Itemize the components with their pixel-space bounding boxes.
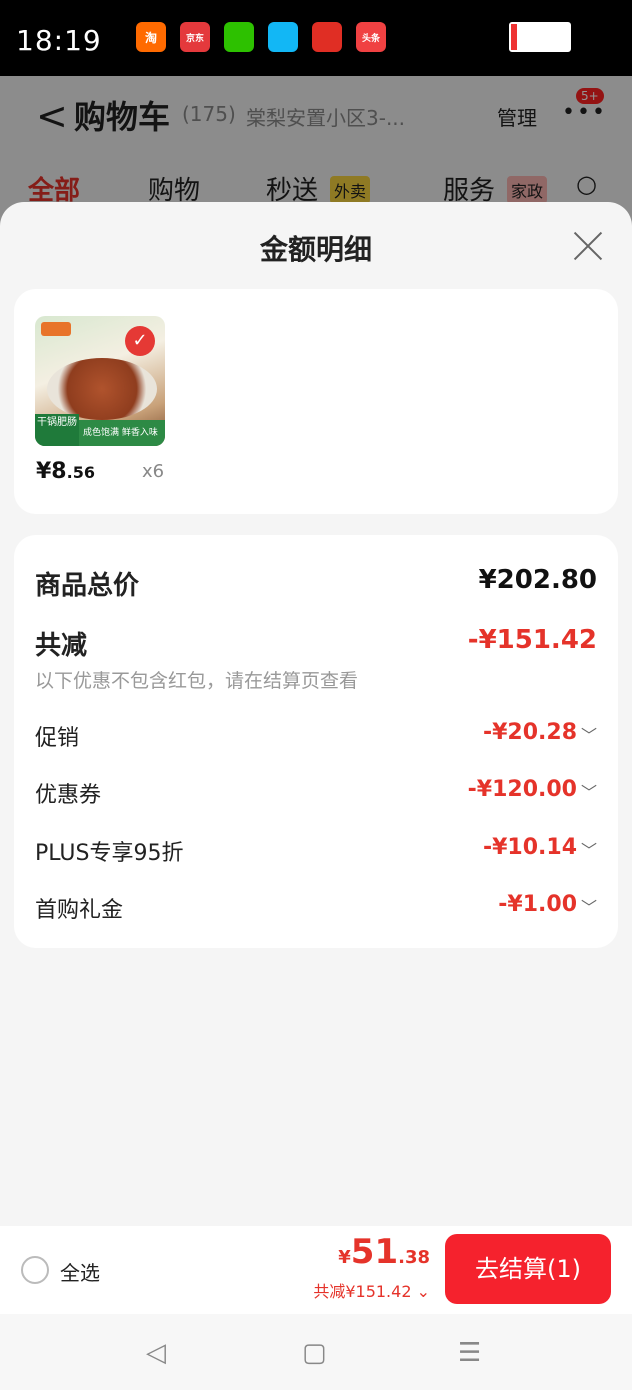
product-image-name: 干锅肥肠 [35, 414, 79, 446]
total-price-label: 商品总价 [35, 571, 140, 601]
chevron-down-icon: ﹀ [580, 841, 597, 860]
discount-label: 首购礼金 [35, 898, 124, 923]
discount-label: PLUS专享95折 [35, 841, 184, 866]
checkout-bar: 全选 ¥51.38 共减¥151.42 ⌄ 去结算(1) [0, 1226, 632, 1314]
product-quantity: x6 [142, 461, 165, 482]
battery-icon [509, 22, 571, 52]
chevron-down-icon: ﹀ [580, 726, 597, 745]
wechat-app-icon [224, 22, 254, 52]
toutiao-app-icon: 头条 [356, 22, 386, 52]
taobao-app-icon: 淘 [136, 22, 166, 52]
jd-app-icon: 京东 [180, 22, 210, 52]
sheet-title: 金额明细 [259, 233, 372, 266]
discount-value: -¥120.00 [467, 777, 577, 802]
discount-note: 以下优惠不包含红包，请在结算页查看 [35, 670, 359, 692]
status-bar: 18:19 淘京东 头条 [0, 0, 632, 76]
dish-image [47, 358, 157, 420]
status-time: 18:19 [16, 24, 102, 57]
select-all-label[interactable]: 全选 [60, 1257, 100, 1286]
payable-decimal: .38 [398, 1247, 430, 1268]
product-image[interactable]: ✓ 成色饱满 鲜香入味 干锅肥肠 [35, 316, 165, 446]
close-icon[interactable] [572, 230, 604, 262]
discount-value: -¥20.28 [482, 720, 577, 745]
discount-value: -¥10.14 [482, 835, 577, 860]
checkout-button[interactable]: 去结算(1) [445, 1234, 611, 1304]
nav-home-icon[interactable]: ▢ [302, 1338, 327, 1368]
chevron-down-icon: ﹀ [580, 783, 597, 802]
saving-summary-toggle[interactable]: 共减¥151.42 ⌄ [313, 1278, 430, 1302]
payable-integer: 51 [350, 1232, 399, 1272]
brand-logo [41, 322, 71, 336]
qq-app-icon [268, 22, 298, 52]
total-saving-value: -¥151.42 [467, 625, 597, 655]
discount-label: 优惠券 [35, 783, 102, 808]
nav-back-icon[interactable]: ◁ [146, 1338, 166, 1368]
amount-detail-sheet: 金额明细 ✓ 成色饱满 鲜香入味 干锅肥肠 ¥8.56 x6 商品总价 ¥202… [0, 202, 632, 1390]
total-price-value: ¥202.80 [478, 565, 597, 595]
discount-label: 促销 [35, 726, 80, 751]
product-price: ¥8.56 [36, 459, 95, 484]
notification-app-icons: 淘京东 头条 [136, 22, 386, 52]
total-payable: ¥51.38 [338, 1232, 430, 1272]
pinduoduo-app-icon [312, 22, 342, 52]
system-nav-bar: ◁ ▢ ☰ [0, 1314, 632, 1390]
product-price-decimal: .56 [66, 463, 95, 482]
currency-symbol: ¥ [338, 1247, 351, 1268]
nav-menu-icon[interactable]: ☰ [458, 1338, 481, 1368]
product-price-main: ¥8 [36, 459, 67, 484]
chevron-down-icon: ﹀ [580, 898, 597, 917]
total-saving-label: 共减 [35, 631, 88, 661]
price-detail-card: 商品总价 ¥202.80 共减 -¥151.42 以下优惠不包含红包，请在结算页… [14, 535, 618, 948]
check-icon: ✓ [125, 326, 155, 356]
product-card: ✓ 成色饱满 鲜香入味 干锅肥肠 ¥8.56 x6 [14, 289, 618, 514]
select-all-radio[interactable] [21, 1256, 49, 1284]
